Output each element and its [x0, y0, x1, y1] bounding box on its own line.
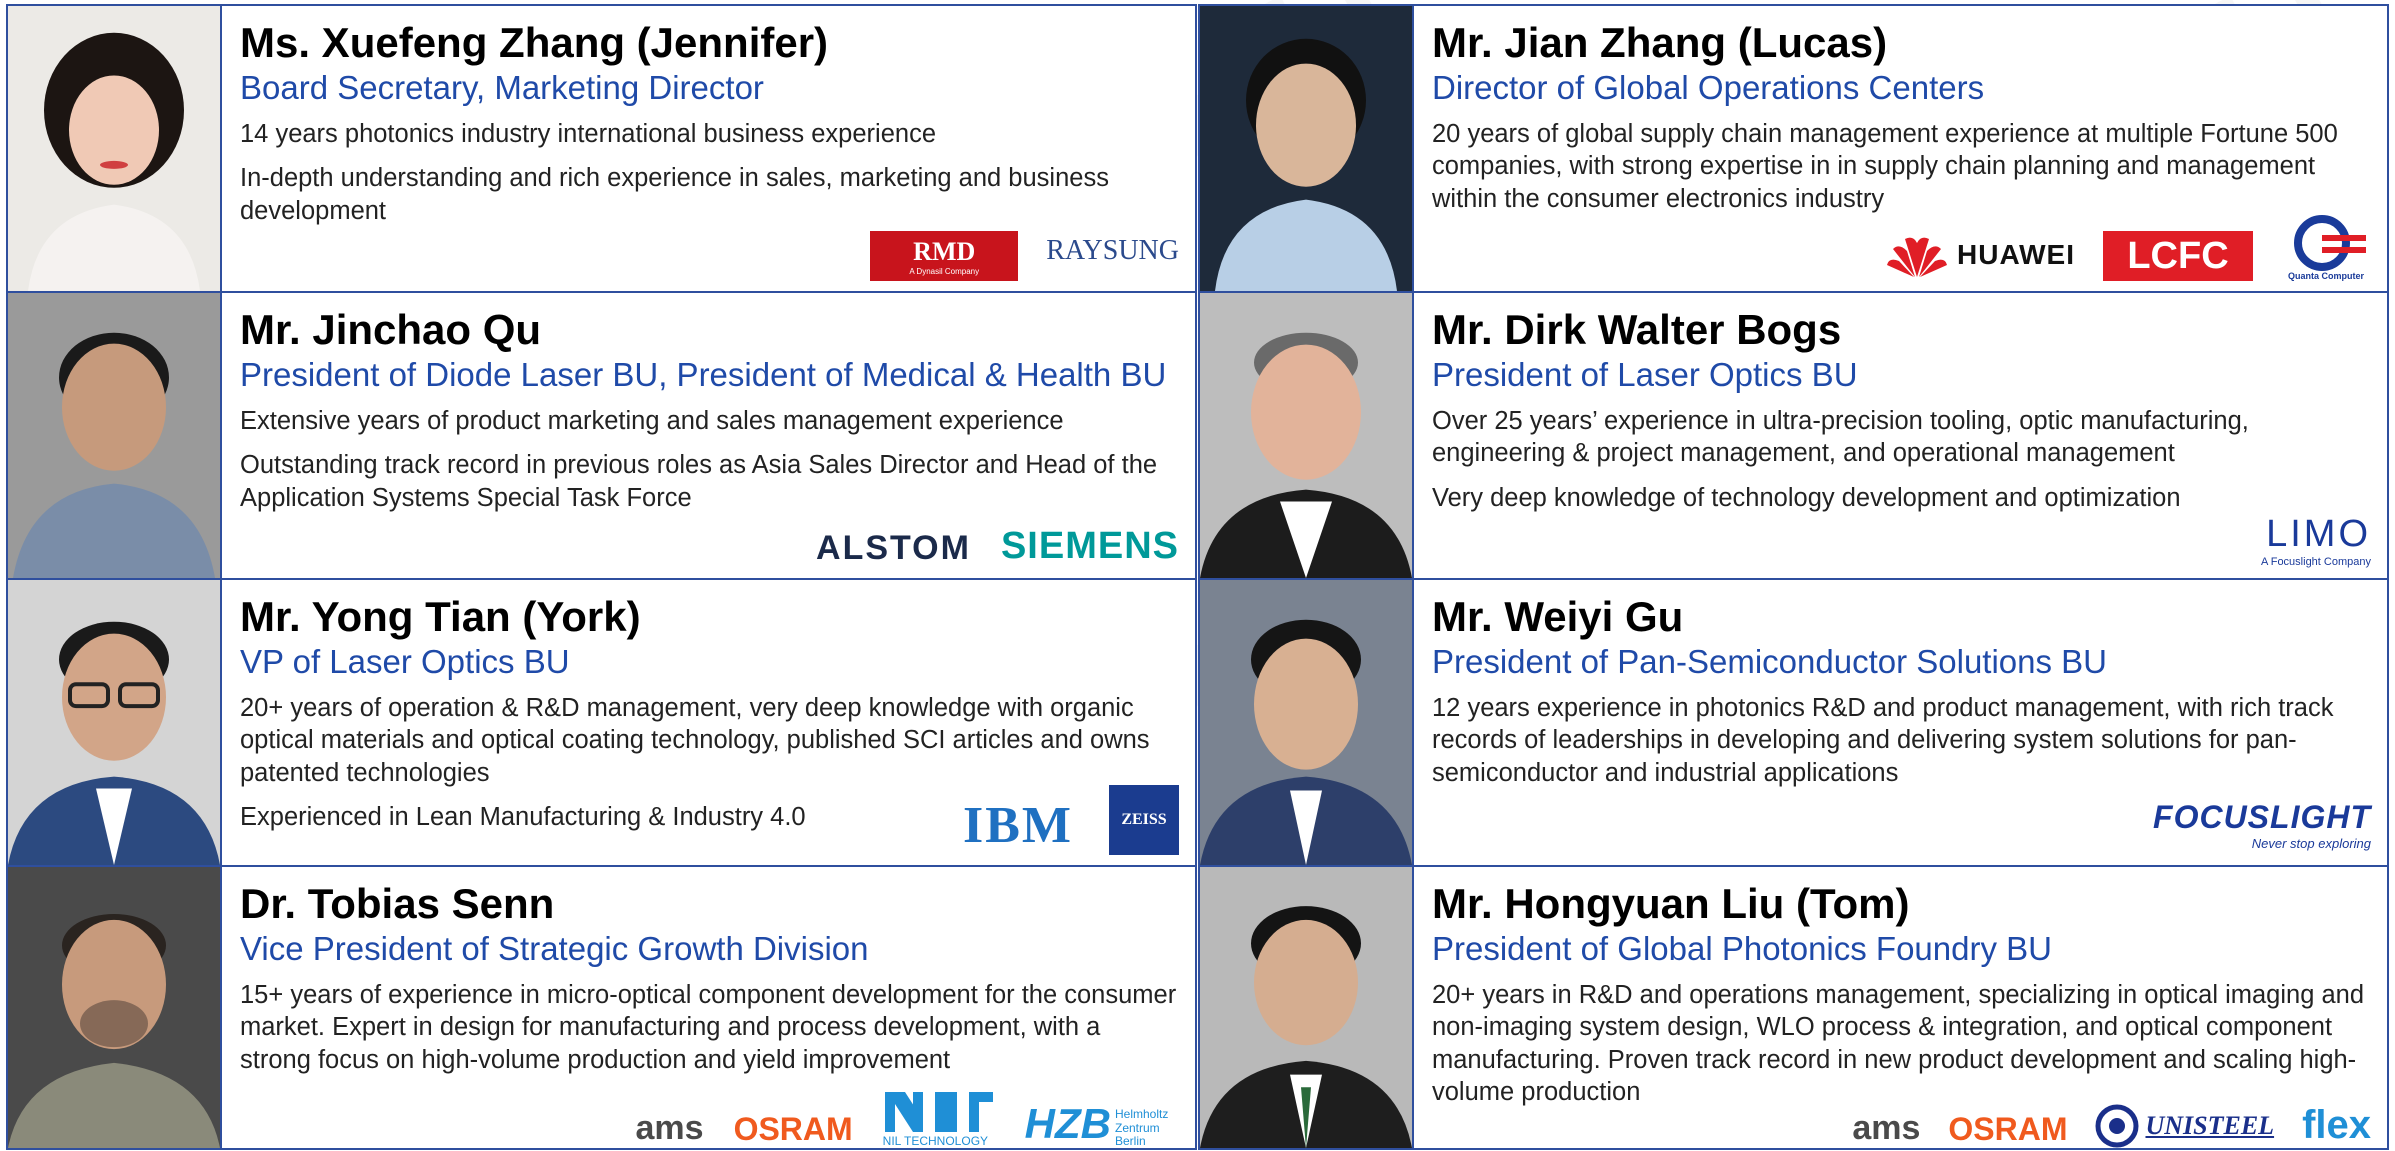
bio-line: In-depth understanding and rich experien…	[240, 164, 1109, 225]
person-name: Mr. Jinchao Qu	[240, 306, 542, 353]
bio-line: Outstanding track record in previous rol…	[240, 451, 1158, 512]
osram-logo: OSRAM	[733, 1111, 853, 1147]
osram-logo: OSRAM	[1948, 1111, 2068, 1147]
person-title: President of Laser Optics BU	[1432, 356, 1858, 394]
person-title: President of Pan-Semiconductor Solutions…	[1432, 643, 2108, 681]
person-name: Mr. Jian Zhang (Lucas)	[1432, 19, 1888, 66]
portrait-photo	[1200, 867, 1412, 1148]
portrait-photo	[1200, 6, 1412, 291]
ams-logo: ams	[1852, 1109, 1921, 1147]
profile-card: Mr. Yong Tian (York) VP of Laser Optics …	[6, 578, 1197, 867]
focuslight-logo: FOCUSLIGHT Never stop exploring	[2153, 799, 2371, 851]
person-title: VP of Laser Optics BU	[240, 643, 570, 681]
company-logos: HUAWEI LCFC Quanta Computer	[1887, 215, 2371, 281]
person-title: President of Global Photonics Foundry BU	[1432, 930, 2052, 968]
company-logos: ams OSRAM UNISTEEL flex	[1852, 1103, 2371, 1148]
bio-line: Very deep knowledge of technology develo…	[1432, 483, 2181, 512]
siemens-logo: SIEMENS	[1000, 525, 1179, 567]
alstom-logo: ALSTOM	[816, 529, 971, 567]
portrait-photo	[1200, 580, 1412, 865]
ams-logo: ams	[635, 1109, 704, 1147]
bio-line: 20+ years of operation & R&D management,…	[240, 693, 1150, 787]
huawei-icon	[1887, 237, 1947, 277]
company-logos: RMD A Dynasil Company RAYSUNG	[870, 221, 1179, 281]
profile-card: Mr. Weiyi Gu President of Pan-Semiconduc…	[1198, 578, 2389, 867]
person-name: Mr. Hongyuan Liu (Tom)	[1432, 880, 1910, 927]
unisteel-logo: UNISTEEL	[2095, 1104, 2274, 1148]
bio-line: Extensive years of product marketing and…	[240, 406, 1064, 435]
rmd-logo: RMD A Dynasil Company	[870, 231, 1019, 281]
company-logos: ams OSRAM NIL TECHNOLOGY HZB Helmholtz Z…	[636, 1090, 1180, 1148]
bio-line: Over 25 years’ experience in ultra-preci…	[1432, 406, 2249, 468]
person-name: Mr. Dirk Walter Bogs	[1432, 306, 1842, 353]
ibm-logo: IBM	[963, 797, 1073, 854]
company-logos: FOCUSLIGHT Never stop exploring	[2153, 799, 2371, 851]
bio-line: 12 years experience in photonics R&D and…	[1432, 693, 2334, 787]
person-name: Dr. Tobias Senn	[240, 880, 555, 927]
profile-card: Dr. Tobias Senn Vice President of Strate…	[6, 865, 1197, 1150]
flex-logo: flex	[2302, 1103, 2371, 1147]
limo-logo: LIMO A Focuslight Company	[2260, 513, 2371, 568]
person-title: Board Secretary, Marketing Director	[240, 69, 764, 107]
bio-line: 20+ years in R&D and operations manageme…	[1432, 980, 2365, 1106]
portrait-photo	[8, 6, 220, 291]
lcfc-logo: LCFC	[2103, 231, 2253, 281]
nil-technology-logo: NIL TECHNOLOGY	[883, 1090, 995, 1148]
portrait-photo	[8, 580, 220, 865]
nil-icon	[884, 1092, 993, 1132]
profile-card: Mr. Dirk Walter Bogs President of Laser …	[1198, 291, 2389, 580]
bio-line: 20 years of global supply chain manageme…	[1432, 119, 2338, 213]
quanta-icon	[2294, 215, 2366, 271]
company-logos: LIMO A Focuslight Company	[2261, 513, 2371, 568]
team-grid: Ms. Xuefeng Zhang (Jennifer) Board Secre…	[6, 4, 2389, 1150]
profile-card: Mr. Jian Zhang (Lucas) Director of Globa…	[1198, 4, 2389, 293]
zeiss-logo: ZEISS	[1109, 785, 1179, 855]
company-logos: ALSTOM SIEMENS	[816, 525, 1179, 568]
company-logos: IBM ZEISS	[963, 785, 1179, 855]
profile-card: Mr. Jinchao Qu President of Diode Laser …	[6, 291, 1197, 580]
person-name: Mr. Weiyi Gu	[1432, 593, 1684, 640]
bio-line: 15+ years of experience in micro-optical…	[240, 980, 1177, 1074]
profile-card: Mr. Hongyuan Liu (Tom) President of Glob…	[1198, 865, 2389, 1150]
raysung-logo: RAYSUNG	[1046, 235, 1179, 266]
portrait-photo	[8, 293, 220, 578]
person-title: President of Diode Laser BU, President o…	[240, 356, 1167, 394]
huawei-logo: HUAWEI	[1887, 229, 2075, 281]
hzb-logo: HZB Helmholtz Zentrum Berlin	[1024, 1100, 1169, 1148]
portrait-photo	[8, 867, 220, 1148]
person-name: Mr. Yong Tian (York)	[240, 593, 641, 640]
profile-card: Ms. Xuefeng Zhang (Jennifer) Board Secre…	[6, 4, 1197, 293]
person-title: Vice President of Strategic Growth Divis…	[240, 930, 869, 968]
bio-line: 14 years photonics industry internationa…	[240, 119, 936, 148]
quanta-logo: Quanta Computer	[2281, 215, 2371, 281]
person-title: Director of Global Operations Centers	[1432, 69, 1985, 107]
portrait-photo	[1200, 293, 1412, 578]
person-name: Ms. Xuefeng Zhang (Jennifer)	[240, 19, 829, 66]
unisteel-icon	[2095, 1104, 2139, 1148]
